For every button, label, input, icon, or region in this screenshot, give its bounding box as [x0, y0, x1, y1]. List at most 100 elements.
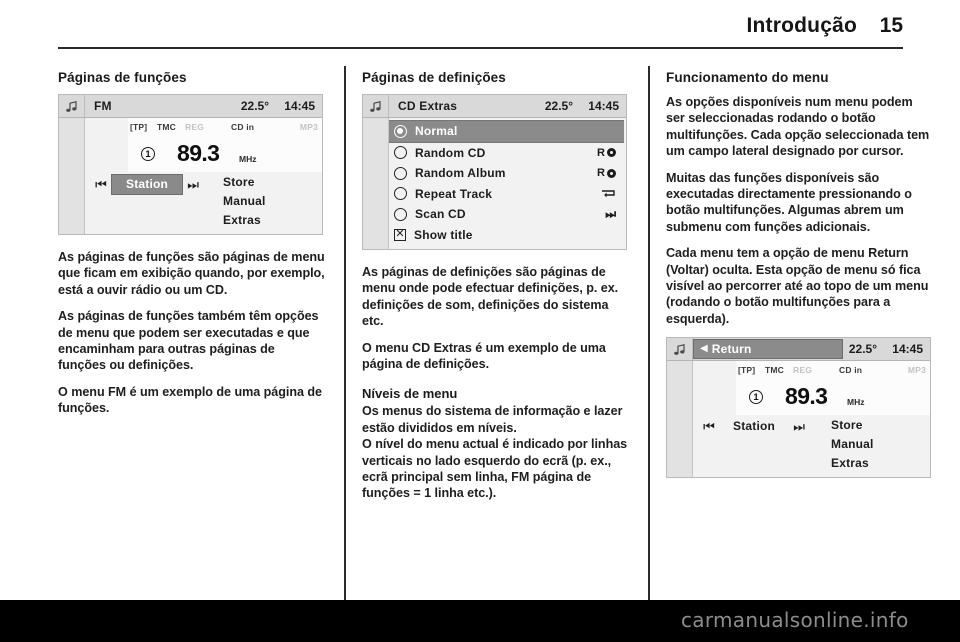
indicator-strip: [TP] TMC REG CD in MP3 1 89.3 MHz	[128, 118, 322, 172]
badge-repeat-track	[600, 188, 616, 200]
disc-icon	[607, 168, 616, 178]
paragraph-col1-3: O menu FM é um exemplo de uma página de …	[58, 384, 322, 416]
page-title: Introdução	[746, 14, 857, 37]
display-clock: 14:45	[284, 99, 315, 113]
display-option-extras[interactable]: Extras	[831, 454, 874, 473]
station-button[interactable]: Station	[719, 417, 789, 436]
column-divider-2	[648, 66, 650, 608]
display-controls: ⏮ Station ⏭ Store Manual Extras	[85, 172, 322, 234]
indicator-strip: [TP] TMC REG CD in MP3 1 89.3 MHz	[736, 361, 930, 416]
menu-item-random-album[interactable]: Random Album R	[389, 163, 626, 184]
music-note-icon-svg	[370, 100, 381, 112]
display-option-extras[interactable]: Extras	[223, 211, 266, 230]
indicator-tmc: TMC	[157, 122, 177, 132]
radio-icon[interactable]	[394, 124, 407, 138]
menu-item-label: Normal	[415, 124, 458, 139]
column-2: Páginas de definições CD Extras 22.5° 14…	[362, 70, 629, 512]
page-number: 15	[879, 14, 903, 37]
display-option-manual[interactable]: Manual	[223, 192, 266, 211]
display-source-label-cd: CD Extras	[398, 99, 458, 113]
radio-display-return: ◀ Return 22.5° 14:45 [TP] TMC REG CD in	[666, 337, 931, 479]
frequency-unit: MHz	[239, 154, 257, 164]
menu-item-label: Repeat Track	[415, 186, 493, 201]
station-control-row: ⏮ Station ⏭	[701, 417, 807, 436]
radio-icon[interactable]	[394, 166, 407, 180]
display-status-bar-return: ◀ Return 22.5° 14:45	[667, 338, 930, 362]
skip-previous-icon[interactable]: ⏮	[93, 178, 109, 191]
indicator-cd-in: CD in	[839, 365, 863, 376]
return-menu-item[interactable]: ◀ Return	[693, 339, 843, 360]
music-note-icon-svg	[66, 100, 77, 112]
column-1: Páginas de funções FM 22.5° 14:45 [TP] T…	[58, 70, 325, 427]
badge-random-cd: R	[597, 147, 616, 159]
paragraph-col3-1: As opções disponíveis num menu podem ser…	[666, 95, 930, 159]
station-button[interactable]: Station	[111, 174, 184, 195]
paragraph-col2-2: O menu CD Extras é um exemplo de uma pág…	[362, 340, 606, 372]
skip-next-icon[interactable]: ⏭	[791, 420, 807, 433]
frequency-value: 89.3	[785, 383, 828, 410]
display-main: [TP] TMC REG CD in MP3 1 89.3 MHz ⏮ Stat…	[85, 118, 322, 234]
subsection-title-niveis: Níveis de menu	[362, 386, 458, 402]
radio-icon[interactable]	[394, 146, 407, 160]
skip-next-icon[interactable]: ⏭	[185, 178, 201, 191]
menu-item-label: Scan CD	[415, 207, 466, 222]
paragraph-col2-3: Os menus do sistema de informação e laze…	[362, 404, 623, 435]
cd-extras-display: CD Extras 22.5° 14:45 Normal Random CD R…	[362, 94, 627, 250]
preset-number: 1	[749, 390, 763, 405]
display-temperature-cd: 22.5°	[544, 99, 573, 113]
indicator-mp3: MP3	[299, 122, 318, 132]
menu-item-label: Random CD	[415, 145, 486, 160]
menu-item-show-title[interactable]: ✕ Show title	[389, 225, 626, 246]
display-clock-cd: 14:45	[588, 99, 619, 113]
display-source-label: FM	[94, 99, 112, 113]
column-3: Funcionamento do menu As opções disponív…	[666, 70, 933, 492]
frequency-unit: MHz	[847, 397, 865, 408]
badge-letter: R	[597, 146, 605, 159]
display-body-return: [TP] TMC REG CD in MP3 1 89.3 MHz ⏮ Stat…	[667, 361, 930, 478]
watermark-text: carmanualsonline.info	[681, 608, 909, 632]
section-title-funcoes: Páginas de funções	[58, 70, 187, 85]
frequency-row: 1 89.3 MHz	[128, 138, 322, 170]
menu-item-scan-cd[interactable]: Scan CD ⏭	[389, 204, 626, 225]
indicator-tp: [TP]	[738, 365, 756, 376]
display-option-store[interactable]: Store	[831, 416, 874, 435]
paragraph-col3-2: Muitas das funções disponíveis são execu…	[666, 170, 912, 234]
cd-extras-menu-list: Normal Random CD R Random Album R Repeat…	[389, 118, 626, 249]
display-clock-return: 14:45	[892, 342, 923, 357]
frequency-row: 1 89.3 MHz	[736, 381, 930, 413]
display-option-list: Store Manual Extras	[223, 173, 266, 230]
manual-page: Introdução 15 Páginas de funções FM 22.5…	[0, 0, 960, 642]
display-option-store[interactable]: Store	[223, 173, 266, 192]
radio-display-fm: FM 22.5° 14:45 [TP] TMC REG CD in MP3 1 …	[58, 94, 323, 235]
display-temperature: 22.5°	[240, 99, 269, 113]
music-note-icon-svg	[674, 343, 685, 355]
indicator-reg: REG	[793, 365, 813, 376]
paragraph-col2-1: As páginas de definições são páginas de …	[362, 265, 619, 329]
indicator-cd-in: CD in	[231, 122, 255, 132]
radio-icon[interactable]	[394, 187, 407, 201]
indicator-reg: REG	[185, 122, 205, 132]
badge-scan-cd: ⏭	[605, 207, 616, 222]
preset-number: 1	[141, 147, 155, 161]
menu-item-normal[interactable]: Normal	[389, 120, 624, 143]
display-status-bar-cd: CD Extras 22.5° 14:45	[363, 95, 626, 118]
menu-item-random-cd[interactable]: Random CD R	[389, 143, 626, 164]
station-control-row: ⏮ Station ⏭	[93, 174, 201, 195]
header-rule	[58, 47, 903, 49]
indicator-mp3: MP3	[907, 365, 926, 376]
arrow-left-icon: ◀	[700, 343, 708, 355]
radio-icon[interactable]	[394, 207, 407, 221]
menu-item-repeat-track[interactable]: Repeat Track	[389, 184, 626, 205]
checkbox-icon[interactable]: ✕	[394, 228, 406, 241]
display-body: [TP] TMC REG CD in MP3 1 89.3 MHz ⏮ Stat…	[59, 118, 322, 234]
display-temperature-return: 22.5°	[848, 342, 877, 357]
paragraph-col3-3: Cada menu tem a opção de menu Return (Vo…	[666, 246, 929, 326]
badge-random-album: R	[597, 167, 616, 179]
menu-level-rail	[59, 118, 85, 234]
skip-previous-icon[interactable]: ⏮	[701, 420, 717, 433]
display-main-return: [TP] TMC REG CD in MP3 1 89.3 MHz ⏮ Stat…	[693, 361, 930, 478]
display-option-manual[interactable]: Manual	[831, 435, 874, 454]
disc-icon	[607, 148, 616, 158]
menu-item-label: Random Album	[415, 166, 506, 181]
paragraph-col1-2: As páginas de funções também têm opções …	[58, 309, 319, 373]
